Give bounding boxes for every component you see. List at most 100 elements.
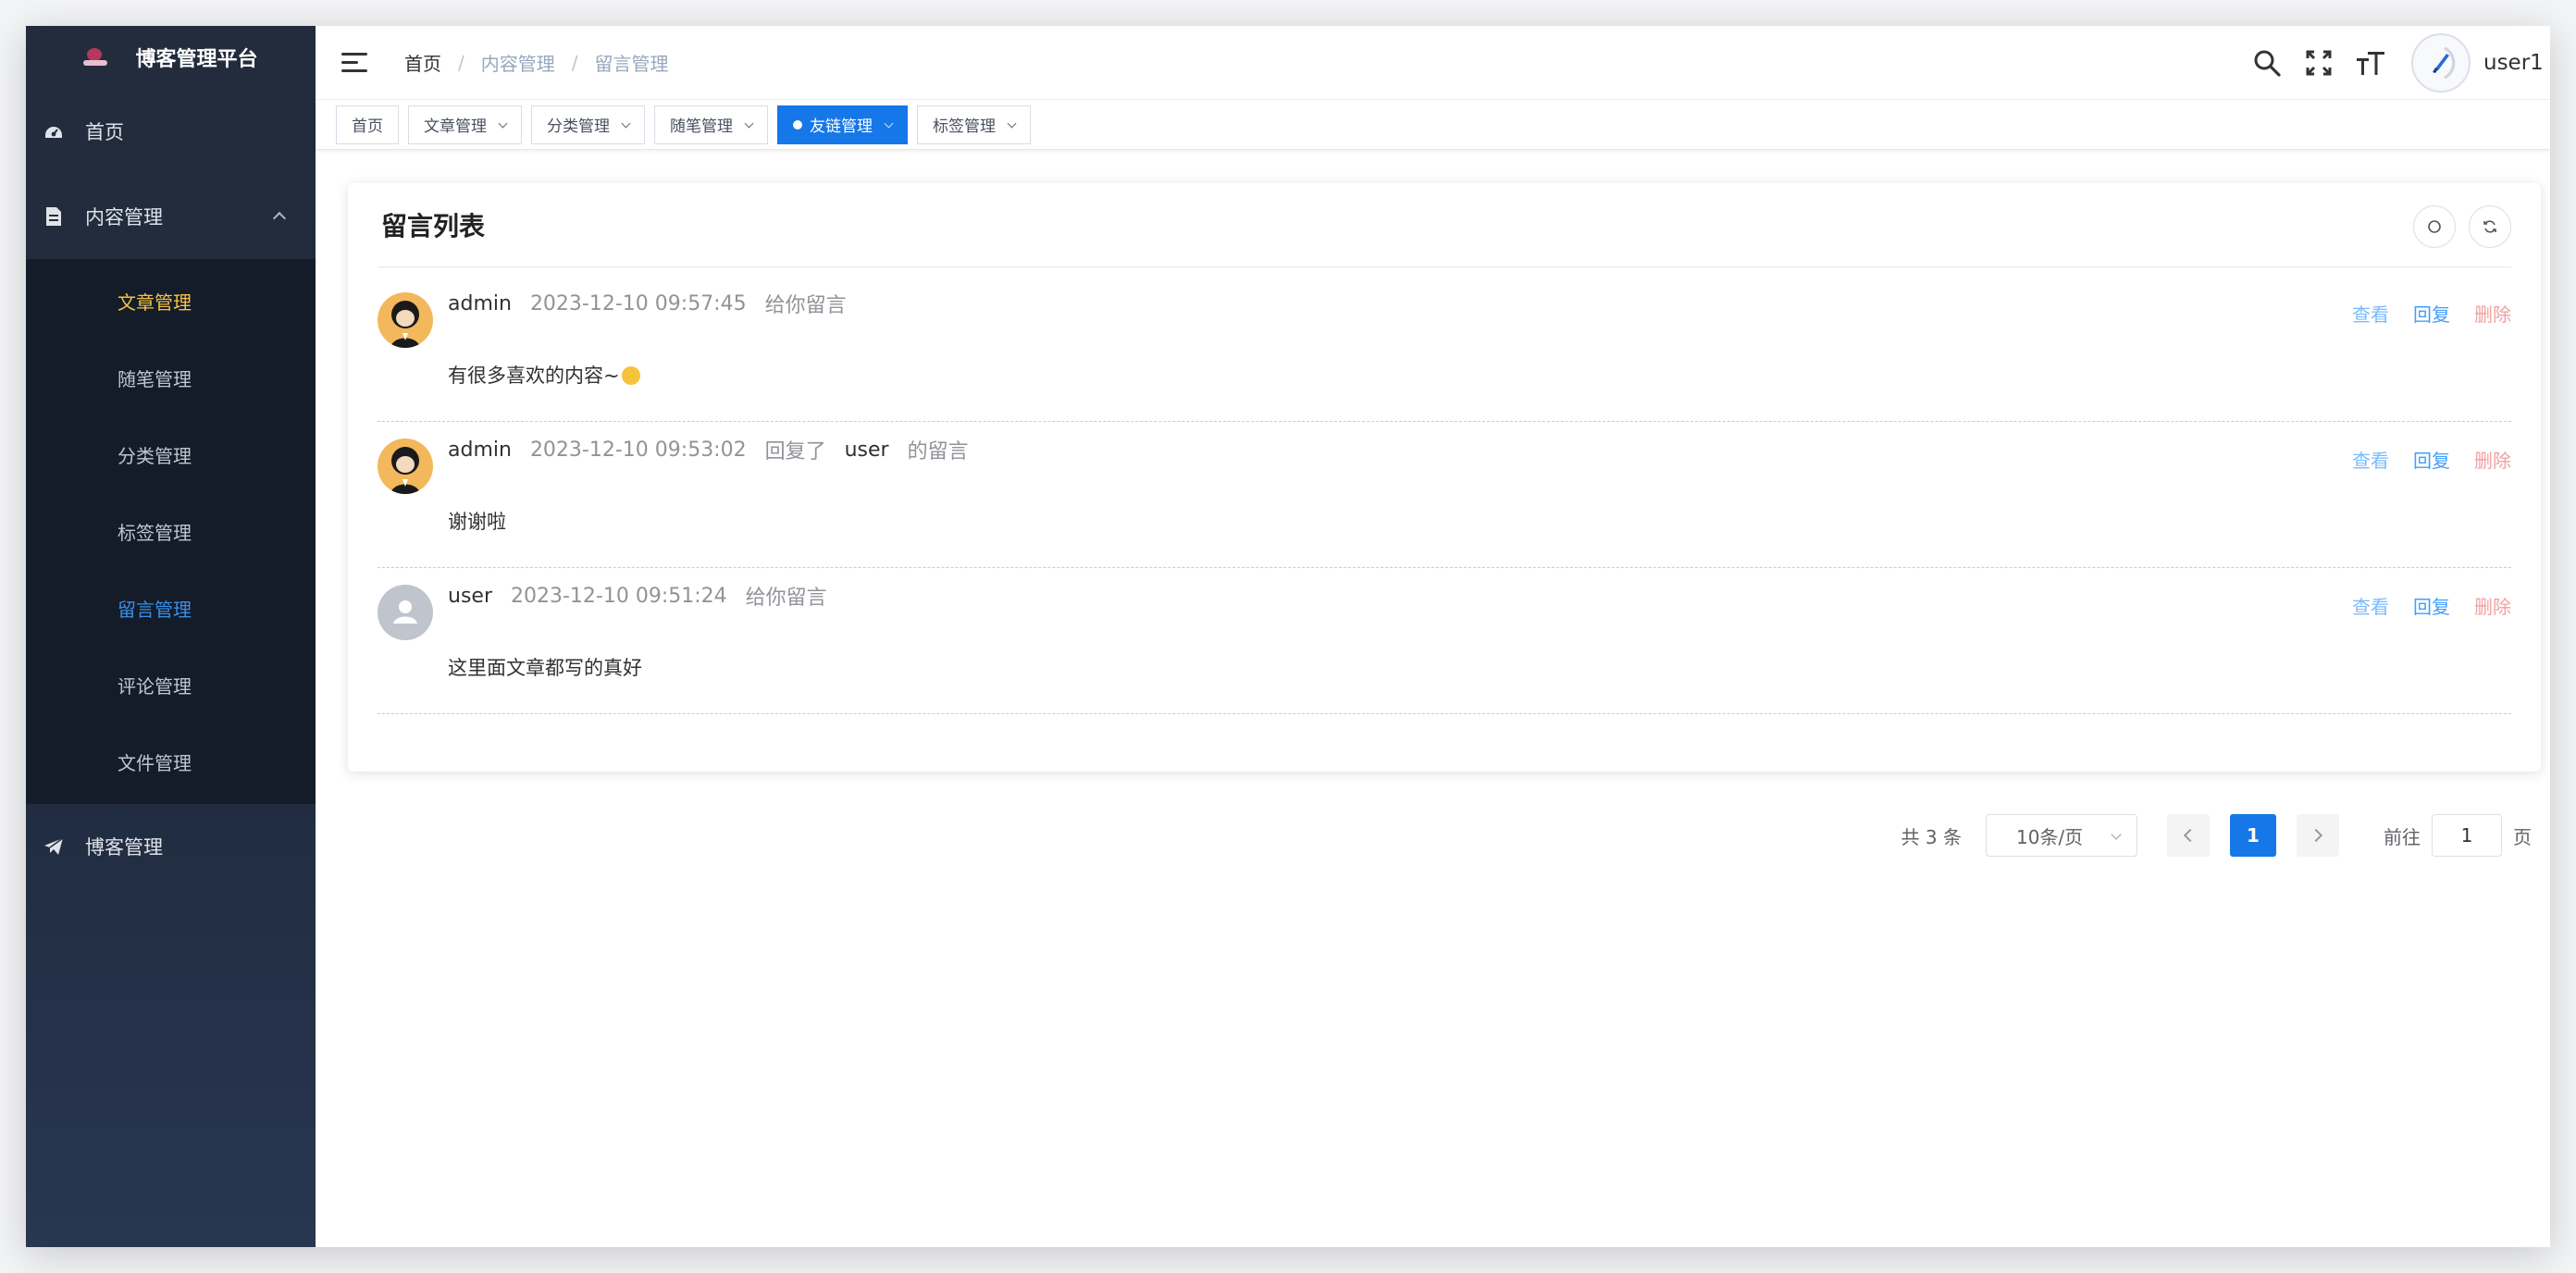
tag-tags[interactable]: 标签管理 [917,105,1031,144]
tag-label: 随笔管理 [670,117,733,136]
app-window: 博客管理平台 首页 内容管理 文章管理 随笔管理 分类管理 标签管理 留言管理 … [26,26,2550,1247]
message-text: 有很多喜欢的内容~ [448,365,620,387]
refresh-icon [2483,220,2496,233]
message-author: admin [448,438,512,462]
delete-button[interactable]: 删除 [2474,446,2511,473]
next-page-button[interactable] [2297,814,2339,857]
message-content: 有很多喜欢的内容~ [448,361,640,389]
message-ops: 查看 回复 删除 [2352,300,2511,327]
message-content: 这里面文章都写的真好 [448,657,642,679]
chevron-down-icon [1007,118,1017,128]
tag-label: 首页 [352,117,383,136]
view-button[interactable]: 查看 [2352,592,2389,619]
message-target-suffix: 的留言 [907,440,969,463]
active-dot-icon [793,119,802,130]
document-icon [43,205,65,228]
sidebar-logo[interactable]: 博客管理平台 [26,26,316,89]
message-time: 2023-12-10 09:53:02 [529,438,747,462]
tags-view-bar: 首页 文章管理 分类管理 随笔管理 友链管理 标签管理 [316,100,2550,150]
reply-button[interactable]: 回复 [2413,446,2450,473]
sidebar-subitem-essays[interactable]: 随笔管理 [26,340,316,416]
breadcrumb: 首页 / 内容管理 / 留言管理 [404,49,669,76]
message-action: 给你留言 [764,294,847,317]
view-button[interactable]: 查看 [2352,300,2389,327]
tag-essays[interactable]: 随笔管理 [654,105,768,144]
header-actions: user1 [2250,26,2550,100]
breadcrumb-item-home[interactable]: 首页 [404,49,441,76]
message-author: admin [448,291,512,315]
sidebar-item-content[interactable]: 内容管理 [26,174,316,259]
prev-page-button[interactable] [2167,814,2210,857]
message-item: user 2023-12-10 09:51:24 给你留言 这里面文章都写的真好… [378,568,2511,714]
goto-page-input[interactable]: 1 [2432,814,2502,857]
user-default-avatar[interactable] [378,585,433,640]
card-header: 留言列表 [348,183,2541,266]
breadcrumb-separator: / [458,51,464,74]
message-item: admin 2023-12-10 09:57:45 给你留言 有很多喜欢的内容~… [378,276,2511,422]
chevron-left-icon [2183,828,2198,843]
chevron-down-icon [884,118,894,128]
pagination-total: 共 3 条 [1901,825,1962,848]
tag-articles[interactable]: 文章管理 [408,105,522,144]
username[interactable]: user1 [2483,51,2550,75]
user-avatar[interactable] [2411,33,2471,93]
card-divider [378,266,2511,267]
pagination: 共 3 条 10条/页 1 前往 1 页 [1901,814,2532,857]
message-ops: 查看 回复 删除 [2352,592,2511,619]
page-size-select[interactable]: 10条/页 [1986,814,2137,857]
card-title: 留言列表 [381,211,486,241]
tag-label: 分类管理 [547,117,610,136]
search-toggle-button[interactable] [2413,205,2456,248]
reply-button[interactable]: 回复 [2413,592,2450,619]
sidebar-subitem-articles[interactable]: 文章管理 [26,263,316,340]
goto-prefix: 前往 [2384,825,2421,848]
circle-icon [2428,220,2441,233]
tag-home[interactable]: 首页 [336,105,399,144]
delete-button[interactable]: 删除 [2474,592,2511,619]
font-size-icon[interactable] [2354,46,2387,80]
sidebar-item-blog[interactable]: 博客管理 [26,804,316,889]
admin-avatar[interactable] [378,439,433,494]
chevron-right-icon [2309,828,2323,843]
sidebar-item-label: 内容管理 [85,206,163,229]
message-time: 2023-12-10 09:57:45 [529,291,747,315]
view-button[interactable]: 查看 [2352,446,2389,473]
message-meta: user 2023-12-10 09:51:24 给你留言 [448,581,827,611]
sidebar-subitem-categories[interactable]: 分类管理 [26,416,316,493]
smile-emoji-icon [621,366,640,385]
message-target: user [844,438,889,462]
sidebar-item-home[interactable]: 首页 [26,89,316,174]
reply-button[interactable]: 回复 [2413,300,2450,327]
breadcrumb-item-content: 内容管理 [480,53,555,75]
main-area: 首页 / 内容管理 / 留言管理 user1 首页 文章管理 分类管理 随笔管理… [316,26,2550,1247]
sidebar-subitem-files[interactable]: 文件管理 [26,723,316,800]
message-author: user [448,584,492,608]
search-icon[interactable] [2250,46,2284,80]
refresh-button[interactable] [2469,205,2511,248]
message-action: 给你留言 [745,587,827,610]
sidebar-submenu-content: 文章管理 随笔管理 分类管理 标签管理 留言管理 评论管理 文件管理 [26,259,316,804]
app-title: 博客管理平台 [135,48,258,71]
chevron-up-icon [272,211,287,226]
logo-icon [83,45,108,69]
sidebar-subitem-messages[interactable]: 留言管理 [26,570,316,647]
hamburger-icon[interactable] [341,52,367,73]
goto-suffix: 页 [2513,825,2532,848]
sidebar-subitem-comments[interactable]: 评论管理 [26,647,316,723]
top-navbar: 首页 / 内容管理 / 留言管理 user1 [316,26,2550,100]
admin-avatar[interactable] [378,292,433,348]
message-meta: admin 2023-12-10 09:57:45 给你留言 [448,289,847,318]
fullscreen-icon[interactable] [2302,46,2335,80]
sidebar-subitem-tags[interactable]: 标签管理 [26,493,316,570]
chevron-down-icon [498,118,508,128]
message-list-card: 留言列表 admin 2023-12-10 09:57:45 给你留言 有很多喜… [348,183,2541,772]
delete-button[interactable]: 删除 [2474,300,2511,327]
tag-label: 标签管理 [933,117,996,136]
message-item: admin 2023-12-10 09:53:02 回复了 user 的留言 谢… [378,422,2511,568]
breadcrumb-item-messages: 留言管理 [594,53,669,75]
page-number-current[interactable]: 1 [2230,814,2276,857]
breadcrumb-separator: / [571,51,578,74]
tag-links-active[interactable]: 友链管理 [777,105,908,144]
tag-categories[interactable]: 分类管理 [531,105,645,144]
paper-plane-icon [43,835,65,858]
